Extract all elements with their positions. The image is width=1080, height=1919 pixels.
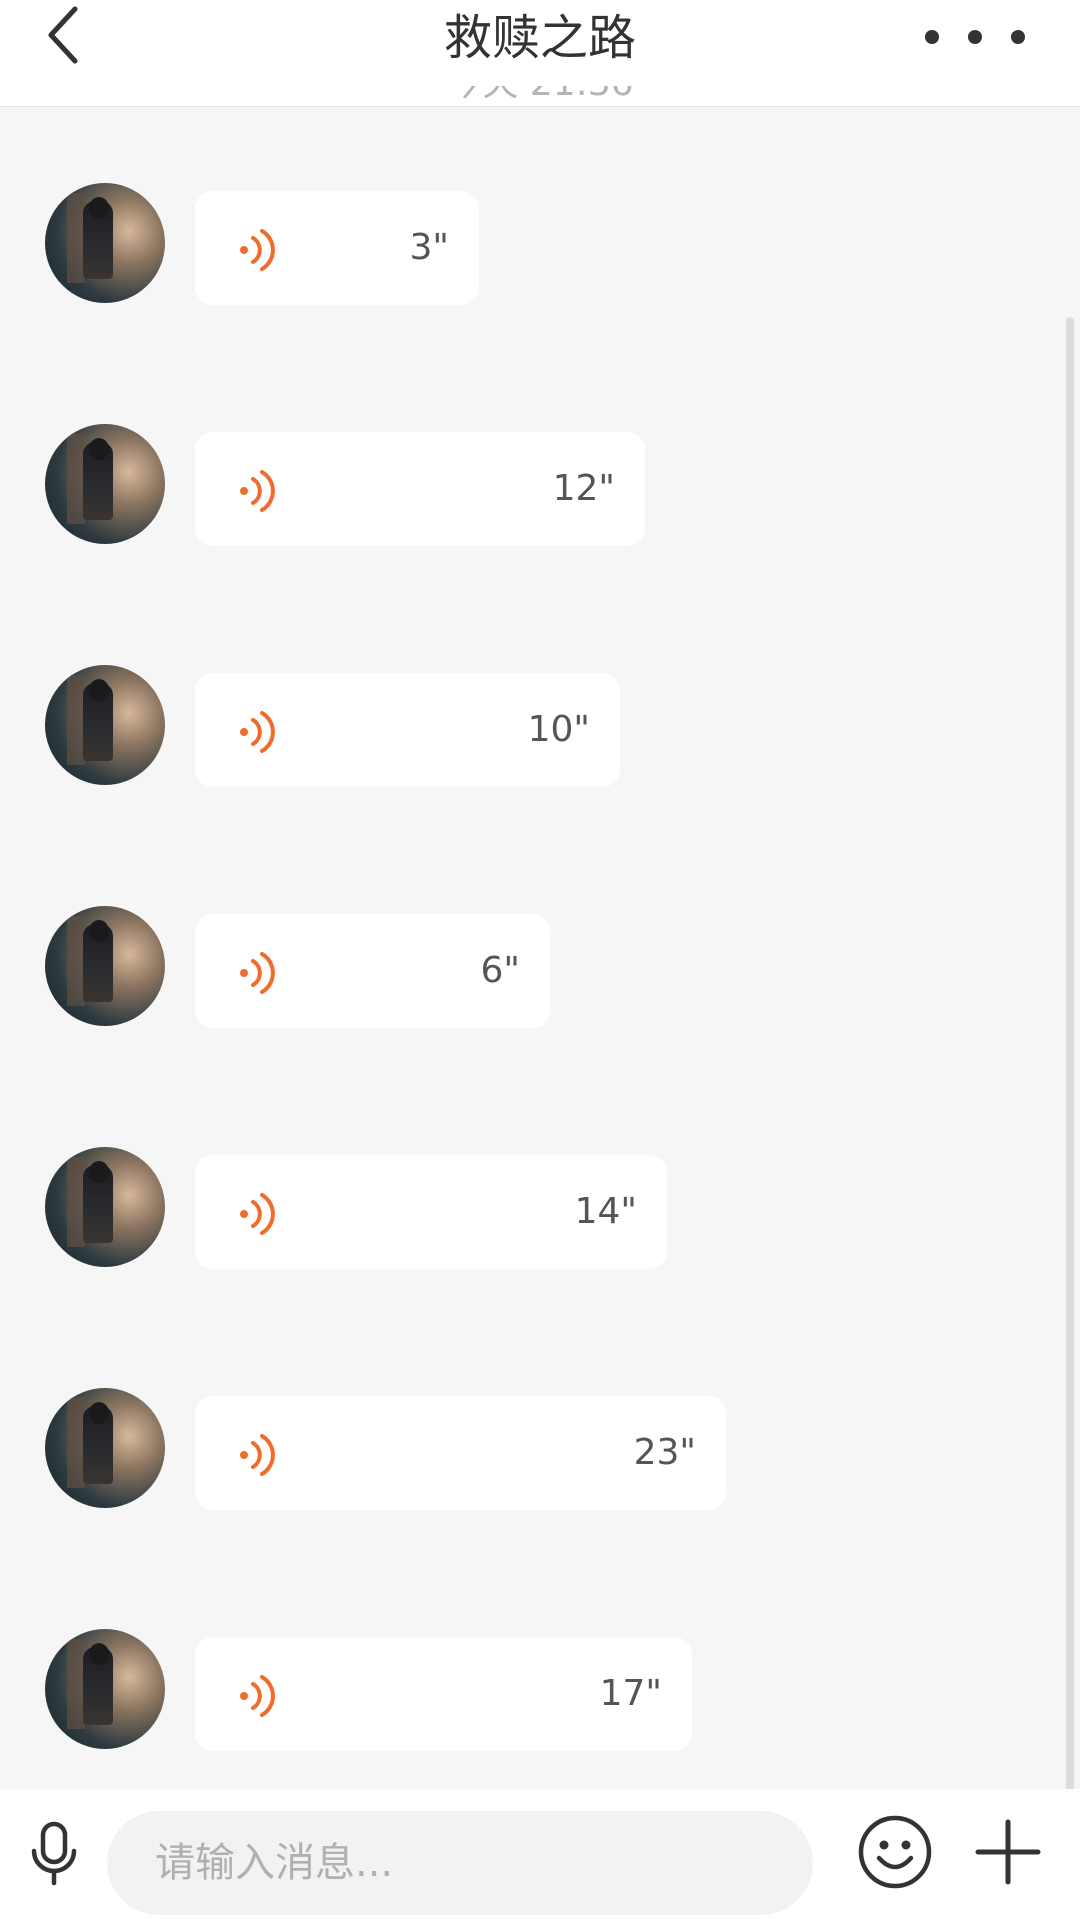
voice-wave-icon xyxy=(240,1675,275,1717)
message-list[interactable]: 3" 12" 10" 6" 14" 23" 17" xyxy=(0,107,1080,1877)
voice-message-bubble[interactable]: 10" xyxy=(195,673,620,787)
message-row: 23" xyxy=(0,1388,1080,1510)
message-row: 12" xyxy=(0,424,1080,546)
voice-duration: 17" xyxy=(599,1673,662,1714)
voice-duration: 10" xyxy=(527,709,590,750)
voice-message-bubble[interactable]: 3" xyxy=(195,191,479,305)
voice-wave-icon xyxy=(240,711,275,753)
avatar[interactable] xyxy=(45,906,165,1026)
voice-duration: 12" xyxy=(552,468,615,509)
avatar[interactable] xyxy=(45,1629,165,1749)
microphone-icon xyxy=(31,1821,77,1886)
plus-icon[interactable] xyxy=(975,1814,1041,1890)
voice-message-bubble[interactable]: 14" xyxy=(195,1155,667,1269)
voice-duration: 6" xyxy=(480,950,520,991)
message-input-bar xyxy=(0,1789,1080,1919)
message-row: 17" xyxy=(0,1629,1080,1751)
voice-message-bubble[interactable]: 12" xyxy=(195,432,645,546)
message-row: 14" xyxy=(0,1147,1080,1269)
message-row: 6" xyxy=(0,906,1080,1028)
voice-wave-icon xyxy=(240,952,275,994)
voice-wave-icon xyxy=(240,1434,275,1476)
avatar[interactable] xyxy=(45,183,165,303)
voice-wave-icon xyxy=(240,1193,275,1235)
voice-input-button[interactable] xyxy=(22,1814,86,1894)
more-options-button[interactable] xyxy=(910,12,1040,62)
voice-message-bubble[interactable]: 23" xyxy=(195,1396,726,1510)
more-horizontal-icon xyxy=(925,30,1025,44)
smiley-icon[interactable] xyxy=(857,1814,933,1890)
voice-wave-icon xyxy=(240,470,275,512)
avatar[interactable] xyxy=(45,424,165,544)
message-row: 10" xyxy=(0,665,1080,787)
avatar[interactable] xyxy=(45,1388,165,1508)
voice-message-bubble[interactable]: 6" xyxy=(195,914,550,1028)
message-input[interactable] xyxy=(107,1811,813,1915)
chat-timestamp: 今天 21:36 xyxy=(0,86,1080,104)
avatar[interactable] xyxy=(45,1147,165,1267)
message-row: 3" xyxy=(0,183,1080,305)
avatar[interactable] xyxy=(45,665,165,785)
voice-message-bubble[interactable]: 17" xyxy=(195,1637,692,1751)
voice-duration: 14" xyxy=(574,1191,637,1232)
voice-duration: 23" xyxy=(633,1432,696,1473)
voice-duration: 3" xyxy=(409,227,449,268)
voice-wave-icon xyxy=(240,229,275,271)
